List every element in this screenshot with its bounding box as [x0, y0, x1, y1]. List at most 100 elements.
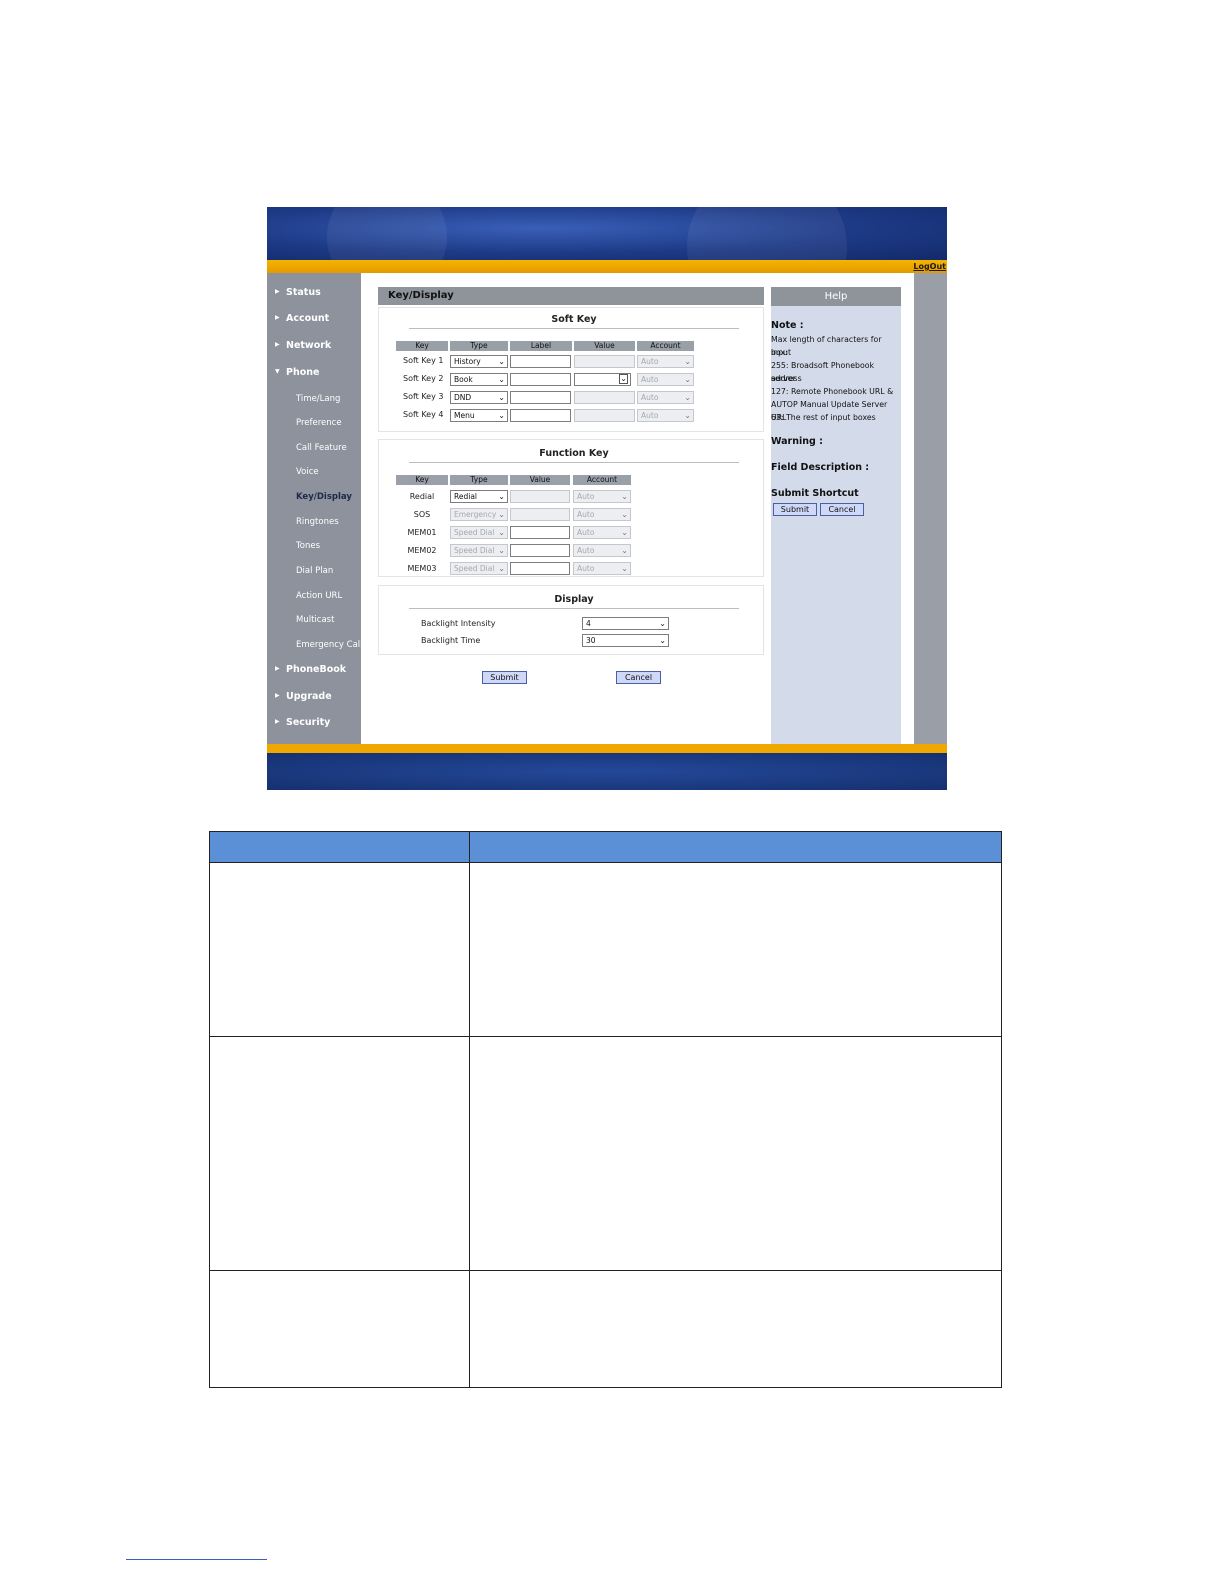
soft-key-3-label: Soft Key 3 [403, 392, 444, 401]
column-header: Key [396, 341, 448, 351]
page-title: Key/Display [378, 287, 764, 305]
chevron-down-icon: ⌄ [498, 375, 505, 384]
note-line: box: [771, 348, 788, 357]
logout-link[interactable]: LogOut [913, 262, 946, 271]
sidebar-subitem-multicast[interactable]: Multicast [296, 615, 334, 625]
sidebar-item-label: Account [286, 313, 330, 324]
triangle-down-icon: ▼ [275, 368, 280, 375]
soft-key-3-value-input [574, 391, 635, 404]
sidebar-subitem-time-lang[interactable]: Time/Lang [296, 394, 340, 404]
sidebar-item-label: Phone [286, 367, 320, 378]
shortcut-submit-button[interactable]: Submit [773, 503, 817, 516]
soft-key-2-label-input[interactable] [510, 373, 571, 386]
note-line: 63: The rest of input boxes [771, 413, 876, 422]
display-section: Display Backlight Intensity 4 ⌄ Backlight… [378, 585, 764, 655]
chevron-down-icon: ⌄ [619, 374, 628, 384]
cancel-button[interactable]: Cancel [616, 671, 661, 684]
select-value: Speed Dial [454, 528, 495, 537]
soft-key-section: Soft Key Key Type Label Value Account So… [378, 307, 764, 432]
function-key-heading: Function Key [409, 448, 739, 463]
web-ui-screenshot: LogOut ▶ Status ▶ Account ▶ Network ▼ Phone … [267, 207, 947, 790]
soft-key-4-account-select: Auto ⌄ [637, 409, 694, 422]
sidebar-item-status[interactable]: ▶ Status [275, 287, 321, 298]
function-key-mem01-value-input[interactable] [510, 526, 570, 539]
function-key-redial-value-input [510, 490, 570, 503]
soft-key-2-type-select[interactable]: Book ⌄ [450, 373, 508, 386]
function-key-section: Function Key Key Type Value Account Redi… [378, 439, 764, 577]
sidebar-subitem-dial-plan[interactable]: Dial Plan [296, 566, 333, 576]
table-row-divider [210, 1270, 1001, 1271]
backlight-time-select[interactable]: 30 ⌄ [582, 634, 669, 647]
sidebar-item-upgrade[interactable]: ▶ Upgrade [275, 691, 332, 702]
sidebar-item-label: Security [286, 717, 331, 728]
triangle-right-icon: ▶ [275, 314, 280, 321]
triangle-right-icon: ▶ [275, 288, 280, 295]
function-key-redial-label: Redial [409, 492, 435, 501]
select-value: Auto [641, 411, 659, 420]
column-header: Label [510, 341, 572, 351]
function-key-mem03-value-input[interactable] [510, 562, 570, 575]
soft-key-1-label-input[interactable] [510, 355, 571, 368]
column-header: Value [510, 475, 570, 485]
chevron-down-icon: ⌄ [498, 528, 505, 537]
soft-key-2-account-select: Auto ⌄ [637, 373, 694, 386]
main-panel: Key/Display Soft Key Key Type Label Valu… [378, 287, 764, 744]
sidebar-subitem-key-display[interactable]: Key/Display [296, 492, 352, 502]
select-value: Auto [641, 393, 659, 402]
sidebar-subitem-preference[interactable]: Preference [296, 418, 342, 428]
soft-key-4-type-select[interactable]: Menu ⌄ [450, 409, 508, 422]
chevron-down-icon: ⌄ [621, 510, 628, 519]
sidebar-subitem-emergency-call[interactable]: Emergency Call [296, 640, 363, 650]
sidebar-subitem-call-feature[interactable]: Call Feature [296, 443, 347, 453]
table-row-divider [210, 1036, 1001, 1037]
soft-key-1-type-select[interactable]: History ⌄ [450, 355, 508, 368]
chevron-down-icon: ⌄ [621, 564, 628, 573]
backlight-intensity-select[interactable]: 4 ⌄ [582, 617, 669, 630]
backlight-intensity-label: Backlight Intensity [421, 619, 496, 628]
select-value: Book [454, 375, 473, 384]
triangle-right-icon: ▶ [275, 665, 280, 672]
chevron-down-icon: ⌄ [498, 492, 505, 501]
select-value: Auto [577, 546, 595, 555]
sidebar-subitem-voice[interactable]: Voice [296, 467, 319, 477]
soft-key-1-account-select: Auto ⌄ [637, 355, 694, 368]
sidebar-item-network[interactable]: ▶ Network [275, 340, 331, 351]
function-key-sos-type-select: Emergency ⌄ [450, 508, 508, 521]
sidebar: ▶ Status ▶ Account ▶ Network ▼ Phone Time/La… [267, 273, 363, 744]
sidebar-subitem-action-url[interactable]: Action URL [296, 591, 342, 601]
sidebar-item-account[interactable]: ▶ Account [275, 313, 329, 324]
chevron-down-icon: ⌄ [498, 357, 505, 366]
table-header-cell [210, 832, 469, 862]
footnote-separator [126, 1559, 267, 1560]
soft-key-3-label-input[interactable] [510, 391, 571, 404]
function-key-sos-value-input [510, 508, 570, 521]
sidebar-item-phone[interactable]: ▼ Phone [275, 367, 319, 378]
triangle-right-icon: ▶ [275, 341, 280, 348]
soft-key-4-label-input[interactable] [510, 409, 571, 422]
chevron-down-icon: ⌄ [498, 546, 505, 555]
sidebar-item-phonebook[interactable]: ▶ PhoneBook [275, 664, 346, 675]
soft-key-3-type-select[interactable]: DND ⌄ [450, 391, 508, 404]
shortcut-cancel-button[interactable]: Cancel [820, 503, 864, 516]
chevron-down-icon: ⌄ [621, 546, 628, 555]
sidebar-subitem-tones[interactable]: Tones [296, 541, 320, 551]
soft-key-1-label: Soft Key 1 [403, 356, 444, 365]
submit-button[interactable]: Submit [482, 671, 527, 684]
function-key-redial-type-select[interactable]: Redial ⌄ [450, 490, 508, 503]
column-header: Key [396, 475, 448, 485]
header-banner [267, 207, 947, 327]
function-key-mem02-value-input[interactable] [510, 544, 570, 557]
column-header: Type [450, 341, 508, 351]
sidebar-item-security[interactable]: ▶ Security [275, 717, 330, 728]
select-value: Menu [454, 411, 475, 420]
sidebar-subitem-ringtones[interactable]: Ringtones [296, 517, 339, 527]
soft-key-2-value-select[interactable]: ⌄ [574, 373, 631, 386]
function-key-mem01-label: MEM01 [407, 528, 437, 537]
function-key-mem01-account-select: Auto ⌄ [573, 526, 631, 539]
column-header: Type [450, 475, 508, 485]
soft-key-4-value-input [574, 409, 635, 422]
footer-accent-bar [267, 744, 947, 753]
backlight-time-label: Backlight Time [421, 636, 481, 645]
select-value: Speed Dial [454, 564, 495, 573]
footer-banner [267, 753, 947, 790]
